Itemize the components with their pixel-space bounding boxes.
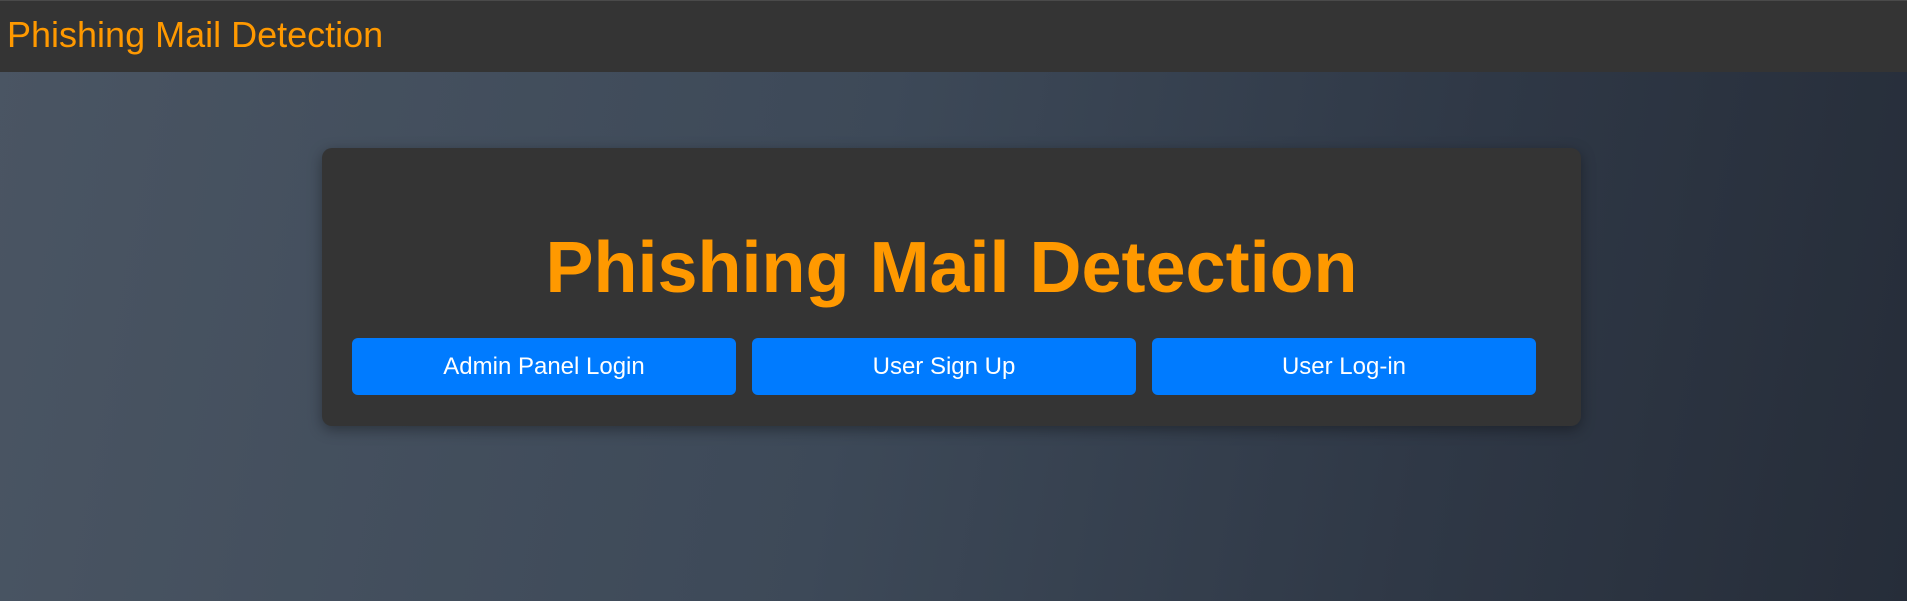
top-navbar: Phishing Mail Detection xyxy=(0,0,1907,72)
admin-panel-login-button[interactable]: Admin Panel Login xyxy=(352,338,736,395)
brand-link[interactable]: Phishing Mail Detection xyxy=(7,15,383,55)
action-buttons: Admin Panel Login User Sign Up User Log-… xyxy=(352,338,1536,395)
user-log-in-button[interactable]: User Log-in xyxy=(1152,338,1536,395)
landing-card: Phishing Mail Detection Admin Panel Logi… xyxy=(322,148,1581,426)
page-title: Phishing Mail Detection xyxy=(545,228,1358,308)
user-sign-up-button[interactable]: User Sign Up xyxy=(752,338,1136,395)
